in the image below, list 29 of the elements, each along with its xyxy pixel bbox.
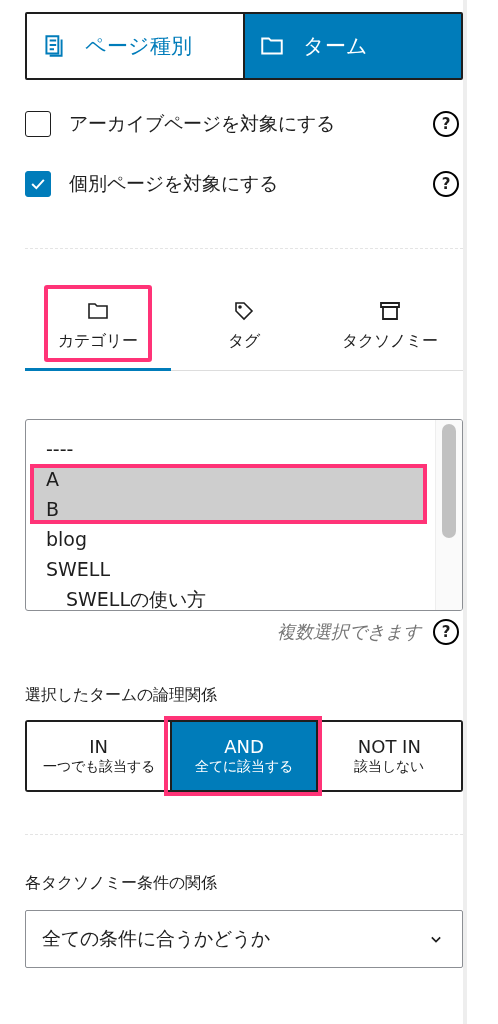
- help-icon[interactable]: ?: [433, 619, 459, 645]
- term-option[interactable]: B: [30, 494, 427, 524]
- help-icon[interactable]: ?: [433, 171, 459, 197]
- term-listbox[interactable]: ---- A B blog SWELL SWELLの使い方: [25, 419, 463, 611]
- tab-label: カテゴリー: [58, 331, 138, 352]
- term-option[interactable]: ----: [30, 434, 427, 464]
- taxonomy-tab[interactable]: タグ: [171, 285, 317, 371]
- checkbox-label: アーカイブページを対象にする: [69, 111, 336, 136]
- scrollbar-thumb[interactable]: [442, 424, 456, 538]
- relation-select[interactable]: 全ての条件に合うかどうか: [25, 910, 463, 968]
- field-label: 各タクソノミー条件の関係: [25, 873, 218, 894]
- tag-icon: [232, 299, 256, 323]
- logic-button[interactable]: NOT IN 該当しない: [315, 722, 461, 790]
- term-option[interactable]: A: [30, 464, 427, 494]
- field-label: 選択したタームの論理関係: [25, 685, 218, 706]
- taxonomy-tab[interactable]: タクソノミー: [317, 285, 463, 371]
- hint-text: 複数選択できます: [277, 620, 421, 644]
- term-option[interactable]: SWELL: [30, 554, 427, 584]
- term-option[interactable]: SWELLの使い方: [30, 584, 427, 610]
- archive-icon: [378, 299, 402, 323]
- taxonomy-tab[interactable]: カテゴリー: [25, 285, 171, 371]
- checkbox-label: 個別ページを対象にする: [69, 171, 279, 196]
- tab-label: タクソノミー: [342, 331, 438, 352]
- checkbox[interactable]: [25, 171, 51, 197]
- checkbox[interactable]: [25, 111, 51, 137]
- help-icon[interactable]: ?: [433, 111, 459, 137]
- mode-tab[interactable]: ターム: [243, 14, 461, 78]
- tab-label: タグ: [228, 331, 260, 352]
- term-option[interactable]: blog: [30, 524, 427, 554]
